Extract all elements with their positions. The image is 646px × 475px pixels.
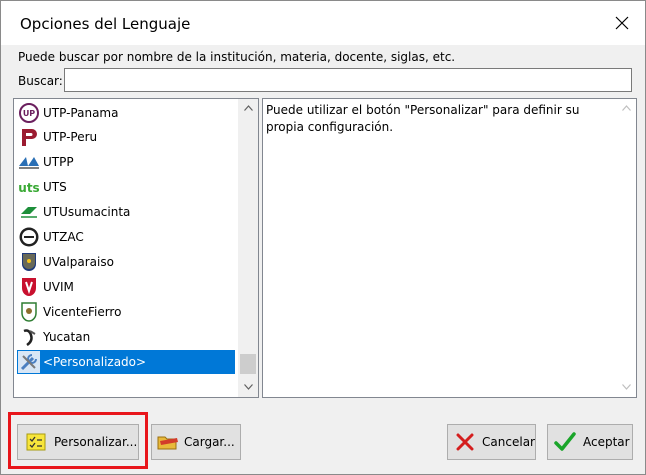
uvalparaiso-logo-icon (17, 251, 41, 273)
chevron-up-icon (621, 104, 631, 111)
search-hint: Puede buscar por nombre de la institució… (18, 50, 456, 64)
close-button[interactable] (599, 1, 645, 45)
list-item-yucatan[interactable]: Yucatan (17, 325, 235, 349)
list-item-utusumacinta[interactable]: UTUsumacinta (17, 200, 235, 224)
institution-list[interactable]: UP UTP-Panama UTP-Peru UTPP uts UTS UTUs… (14, 99, 238, 397)
list-item-utpp[interactable]: UTPP (17, 150, 235, 174)
folder-load-icon (156, 430, 180, 454)
svg-text:uts: uts (18, 181, 39, 195)
list-item-label: UTZAC (43, 230, 84, 244)
personalizar-label: Personalizar... (54, 435, 138, 449)
utp-panama-logo-icon: UP (17, 102, 41, 124)
cargar-button[interactable]: Cargar... (151, 424, 241, 460)
cancelar-label: Cancelar (482, 435, 535, 449)
close-icon (615, 16, 629, 30)
description-scroll-down-button[interactable] (616, 378, 636, 395)
list-item-utzac[interactable]: UTZAC (17, 225, 235, 249)
list-item-label: UTPP (43, 155, 74, 169)
list-item-uvalparaiso[interactable]: UValparaiso (17, 250, 235, 274)
institution-list-panel: UP UTP-Panama UTP-Peru UTPP uts UTS UTUs… (13, 98, 259, 398)
cancel-x-icon (453, 430, 476, 454)
description-scrollbar[interactable] (616, 99, 636, 397)
search-input[interactable] (64, 68, 632, 92)
list-item-label: UValparaiso (43, 255, 114, 269)
dialog-title: Opciones del Lenguaje (20, 15, 191, 33)
list-item-uts[interactable]: uts UTS (17, 175, 235, 199)
list-scrollbar[interactable] (238, 99, 258, 397)
personalizar-button[interactable]: Personalizar... (17, 424, 139, 460)
title-bar: Opciones del Lenguaje (1, 1, 645, 45)
list-item-label: Yucatan (43, 330, 91, 344)
scroll-down-button[interactable] (238, 378, 258, 395)
tools-icon (17, 351, 41, 373)
list-item-label: UTS (43, 180, 67, 194)
list-item-personalizado[interactable]: <Personalizado> (17, 350, 235, 374)
checkmark-icon (553, 430, 577, 454)
language-options-dialog: Opciones del Lenguaje Puede buscar por n… (0, 0, 646, 475)
search-label: Buscar: (18, 74, 63, 88)
utpp-logo-icon (17, 151, 41, 173)
utusumacinta-logo-icon (17, 201, 41, 223)
chevron-down-icon (243, 383, 253, 390)
cancelar-button[interactable]: Cancelar (447, 424, 536, 460)
description-panel: Puede utilizar el botón "Personalizar" p… (262, 98, 637, 398)
scroll-up-button[interactable] (238, 99, 258, 116)
aceptar-button[interactable]: Aceptar (547, 424, 633, 460)
utzac-logo-icon (17, 226, 41, 248)
description-text: Puede utilizar el botón "Personalizar" p… (266, 103, 580, 134)
utp-peru-logo-icon (17, 126, 41, 148)
list-item-label: VicenteFierro (43, 305, 122, 319)
svg-text:UP: UP (23, 109, 35, 118)
list-item-label: UTP-Peru (43, 130, 98, 144)
list-item-label: UTP-Panama (43, 106, 119, 120)
chevron-down-icon (621, 383, 631, 390)
uvim-logo-icon (17, 276, 41, 298)
uts-logo-icon: uts (17, 176, 41, 198)
scrollbar-thumb[interactable] (240, 354, 256, 374)
list-item-label: <Personalizado> (43, 355, 147, 369)
list-item-vicentefierro[interactable]: VicenteFierro (17, 300, 235, 324)
yucatan-logo-icon (17, 326, 41, 348)
list-item-utp-panama[interactable]: UP UTP-Panama (17, 101, 235, 125)
checklist-icon (24, 430, 48, 454)
vicentefierro-logo-icon (17, 301, 41, 323)
description-scroll-up-button[interactable] (616, 99, 636, 116)
cargar-label: Cargar... (184, 435, 235, 449)
list-item-label: UTUsumacinta (43, 205, 131, 219)
list-item-label: UVIM (43, 280, 74, 294)
list-item-utp-peru[interactable]: UTP-Peru (17, 125, 235, 149)
list-item-uvim[interactable]: UVIM (17, 275, 235, 299)
aceptar-label: Aceptar (583, 435, 630, 449)
chevron-up-icon (243, 104, 253, 111)
